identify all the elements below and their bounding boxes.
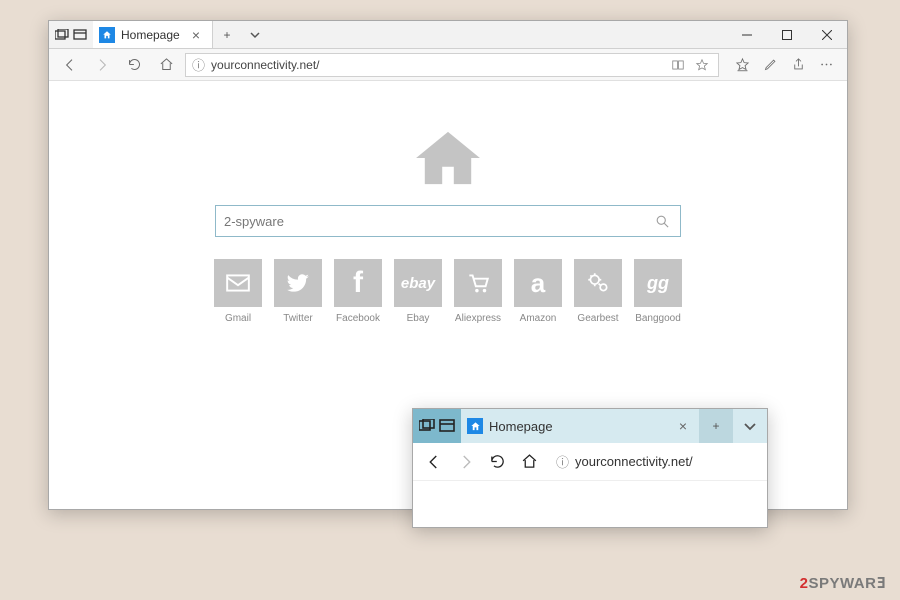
notes-button[interactable]	[757, 52, 783, 78]
twitter-icon[interactable]	[274, 259, 322, 307]
tabgroup-icon[interactable]	[439, 419, 455, 433]
mini-tab[interactable]: Homepage ×	[461, 413, 699, 440]
forward-button[interactable]	[89, 52, 115, 78]
window-controls	[727, 21, 847, 49]
gg-icon[interactable]: gg	[634, 259, 682, 307]
watermark: 2SPYWARƎ	[800, 574, 886, 592]
window-edge-icons	[49, 29, 93, 41]
tab-favicon-home-icon	[99, 27, 115, 43]
tile-label: Ebay	[407, 313, 430, 324]
mail-icon[interactable]	[214, 259, 262, 307]
tile-label: Banggood	[635, 313, 681, 324]
mini-tab-close[interactable]: ×	[675, 418, 691, 434]
search-input[interactable]	[224, 214, 652, 229]
tile-label: Amazon	[520, 313, 557, 324]
taskview-icon[interactable]	[419, 419, 435, 433]
shortcut-tile[interactable]: Gmail	[214, 259, 262, 324]
share-button[interactable]	[785, 52, 811, 78]
favorites-button[interactable]	[729, 52, 755, 78]
home-logo-icon	[413, 129, 483, 187]
minimize-button[interactable]	[727, 21, 767, 49]
newtab-group: +	[213, 21, 269, 48]
tab-title: Homepage	[121, 28, 182, 42]
mini-browser-window: Homepage × + ⓘ	[412, 408, 768, 528]
new-tab-button[interactable]: +	[213, 21, 241, 48]
shortcut-tile[interactable]: ebay Ebay	[394, 259, 442, 324]
tile-label: Facebook	[336, 313, 380, 324]
mini-address-bar: ⓘ	[413, 443, 767, 481]
mini-content	[413, 481, 767, 527]
watermark-e-icon: Ǝ	[876, 574, 886, 592]
titlebar: Homepage × +	[49, 21, 847, 49]
mini-edge-icons	[413, 409, 461, 443]
url-actions	[668, 55, 712, 75]
favorite-star-icon[interactable]	[692, 55, 712, 75]
mini-forward-button[interactable]	[455, 448, 477, 476]
back-button[interactable]	[57, 52, 83, 78]
maximize-button[interactable]	[767, 21, 807, 49]
search-box[interactable]	[215, 205, 681, 237]
watermark-text: SPYWAR	[808, 575, 876, 592]
mini-new-tab-button[interactable]: +	[699, 409, 733, 443]
shortcut-tile[interactable]: Aliexpress	[454, 259, 502, 324]
gears-icon[interactable]	[574, 259, 622, 307]
ebay-icon[interactable]: ebay	[394, 259, 442, 307]
mini-tabs-dropdown-button[interactable]	[733, 409, 767, 443]
refresh-button[interactable]	[121, 52, 147, 78]
mini-back-button[interactable]	[423, 448, 445, 476]
mini-tab-title: Homepage	[489, 419, 669, 434]
mini-site-info-icon[interactable]: ⓘ	[556, 452, 569, 471]
amazon-icon[interactable]: a	[514, 259, 562, 307]
browser-tab[interactable]: Homepage ×	[93, 21, 213, 48]
reading-view-icon[interactable]	[668, 55, 688, 75]
search-icon[interactable]	[652, 211, 672, 231]
more-button[interactable]	[813, 52, 839, 78]
cart-icon[interactable]	[454, 259, 502, 307]
mini-home-button[interactable]	[518, 448, 540, 476]
tile-label: Aliexpress	[455, 313, 501, 324]
close-button[interactable]	[807, 21, 847, 49]
address-bar: ⓘ	[49, 49, 847, 81]
tile-label: Gmail	[225, 313, 251, 324]
shortcut-tile[interactable]: a Amazon	[514, 259, 562, 324]
shortcut-tile[interactable]: Twitter	[274, 259, 322, 324]
tabs-dropdown-button[interactable]	[241, 21, 269, 48]
tile-label: Gearbest	[577, 313, 618, 324]
shortcut-tiles: Gmail Twitter f Facebook ebay Ebay Aliexpress a…	[214, 259, 682, 324]
tile-label: Twitter	[283, 313, 312, 324]
url-input[interactable]	[211, 58, 662, 72]
tabgroup-icon[interactable]	[73, 29, 87, 41]
home-button[interactable]	[153, 52, 179, 78]
mini-refresh-button[interactable]	[487, 448, 509, 476]
mini-titlebar: Homepage × +	[413, 409, 767, 443]
tab-close-button[interactable]: ×	[188, 27, 204, 43]
mini-url-input[interactable]	[575, 454, 751, 469]
tab-favicon-home-icon	[467, 418, 483, 434]
mini-url-field[interactable]: ⓘ	[550, 448, 757, 476]
taskview-icon[interactable]	[55, 29, 69, 41]
shortcut-tile[interactable]: Gearbest	[574, 259, 622, 324]
url-field[interactable]: ⓘ	[185, 53, 719, 77]
shortcut-tile[interactable]: f Facebook	[334, 259, 382, 324]
shortcut-tile[interactable]: gg Banggood	[634, 259, 682, 324]
site-info-icon[interactable]: ⓘ	[192, 55, 205, 74]
toolbar-right	[729, 52, 839, 78]
facebook-icon[interactable]: f	[334, 259, 382, 307]
